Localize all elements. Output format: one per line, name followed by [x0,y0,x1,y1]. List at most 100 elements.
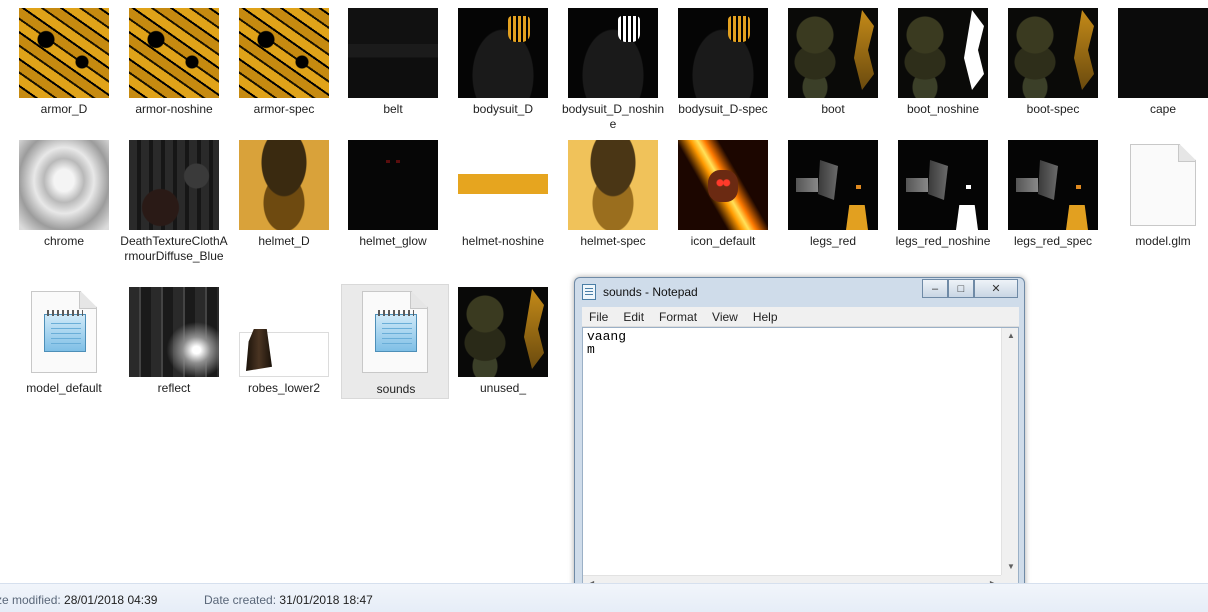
window-controls: – □ ✕ [922,279,1018,298]
helmet-noshine-thumbnail [458,140,548,230]
file-legs-red-spec[interactable]: legs_red_spec [999,140,1107,260]
legs-piece-mark [928,160,948,200]
file-label: cape [1149,102,1177,116]
file-boot-noshine[interactable]: boot_noshine [889,8,997,128]
file-label: legs_red [809,234,857,248]
page-fold [79,292,96,309]
robes-shape-mark [246,329,272,371]
file-reflect[interactable]: reflect [120,287,228,397]
menu-help[interactable]: Help [752,308,779,326]
file-model-glm[interactable]: model.glm [1109,140,1208,260]
file-helmet-spec[interactable]: helmet-spec [559,140,667,260]
legs-piece-mark [818,160,838,200]
scroll-down-arrow-icon[interactable]: ▼ [1007,563,1015,571]
notepad-window[interactable]: sounds - Notepad – □ ✕ File Edit Format … [574,277,1025,601]
date-created-value: 31/01/2018 18:47 [279,593,373,607]
glove-mark [618,16,640,42]
document-text[interactable]: vaang m [587,330,626,356]
file-armor-spec[interactable]: armor-spec [230,8,338,128]
file-bodysuit-d[interactable]: bodysuit_D [449,8,557,128]
file-cape[interactable]: cape [1109,8,1208,128]
file-label: legs_red_noshine [895,234,991,248]
legs-piece-mark [846,205,868,230]
bodysuit-d-thumbnail [458,8,548,98]
file-bodysuit-d-spec[interactable]: bodysuit_D-spec [669,8,777,128]
helmet-spec-thumbnail [568,140,658,230]
maximize-button[interactable]: □ [948,279,974,298]
notepad-titlebar[interactable]: sounds - Notepad – □ ✕ [575,278,1024,306]
menu-edit[interactable]: Edit [622,308,645,326]
file-label: model.glm [1135,234,1191,248]
date-created-label: Date created: [204,593,277,607]
notepad-file-icon [31,291,97,373]
file-label: boot [821,102,845,116]
file-armor-d[interactable]: armor_D [10,8,118,128]
pad-lines [382,323,412,347]
file-icon-default[interactable]: icon_default [669,140,777,260]
file-label: icon_default [690,234,756,248]
pad-lines [51,323,81,347]
file-belt[interactable]: belt [339,8,447,128]
file-label: DeathTextureClothArmourDiffuse_Blue [120,234,228,263]
file-label: bodysuit_D [472,102,534,116]
boot-strip-mark [524,289,544,369]
file-label: armor-spec [253,102,315,116]
minimize-button[interactable]: – [922,279,948,298]
window-title: sounds - Notepad [603,285,698,299]
boot-strip-mark [964,10,984,90]
menu-view[interactable]: View [711,308,739,326]
file-legs-red-noshine[interactable]: legs_red_noshine [889,140,997,260]
file-chrome[interactable]: chrome [10,140,118,280]
file-sounds[interactable]: sounds [341,284,449,399]
file-label: boot_noshine [906,102,980,116]
file-robes-lower2[interactable]: robes_lower2 [230,287,338,397]
glove-mark [508,16,530,42]
belt-thumbnail [348,8,438,98]
file-label: chrome [43,234,84,248]
menu-format[interactable]: Format [658,308,698,326]
legs-piece-mark [1076,185,1081,189]
boot-strip-mark [1074,10,1094,90]
file-unused[interactable]: unused_ [449,287,557,397]
text-editor-area[interactable]: vaang m ▲ ▼ ◀ ▶ [582,327,1019,593]
bodysuit-d-noshine-thumbnail [568,8,658,98]
legs-piece-mark [956,205,978,230]
chrome-thumbnail [19,140,109,230]
file-label: belt [383,102,403,116]
reflect-thumbnail [129,287,219,377]
file-label: bodysuit_D-spec [678,102,768,116]
legs-red-noshine-thumbnail [898,140,988,230]
icon-default-thumbnail [678,140,768,230]
file-label: helmet-spec [580,234,646,248]
file-legs-red[interactable]: legs_red [779,140,887,260]
file-armor-noshine[interactable]: armor-noshine [120,8,228,128]
date-modified-value: 28/01/2018 04:39 [64,593,158,607]
glow-eye-mark [396,160,400,163]
scroll-up-arrow-icon[interactable]: ▲ [1007,332,1015,340]
file-boot[interactable]: boot [779,8,887,128]
file-label: helmet_D [258,234,310,248]
menu-file[interactable]: File [588,308,609,326]
vertical-scrollbar[interactable]: ▲ ▼ [1001,328,1018,575]
boot-thumbnail [788,8,878,98]
unused-thumbnail [458,287,548,377]
legs-piece-mark [856,185,861,189]
file-death-texture[interactable]: DeathTextureClothArmourDiffuse_Blue [120,140,228,280]
file-bodysuit-d-noshine[interactable]: bodysuit_D_noshine [559,8,667,131]
file-helmet-noshine[interactable]: helmet-noshine [449,140,557,260]
notepad-file-icon [362,291,428,373]
legs-piece-mark [1038,160,1058,200]
legs-red-spec-thumbnail [1008,140,1098,230]
file-label: reflect [157,381,191,395]
file-label: armor_D [40,102,88,116]
file-label: armor-noshine [135,102,213,116]
legs-piece-mark [966,185,971,189]
notepad-icon [582,284,596,300]
file-helmet-d[interactable]: helmet_D [230,140,338,260]
file-helmet-glow[interactable]: helmet_glow [339,140,447,260]
cape-thumbnail [1118,8,1208,98]
close-button[interactable]: ✕ [974,279,1018,298]
file-boot-spec[interactable]: boot-spec [999,8,1107,128]
file-model-default[interactable]: model_default [10,287,118,397]
file-label: bodysuit_D_noshine [561,102,665,131]
